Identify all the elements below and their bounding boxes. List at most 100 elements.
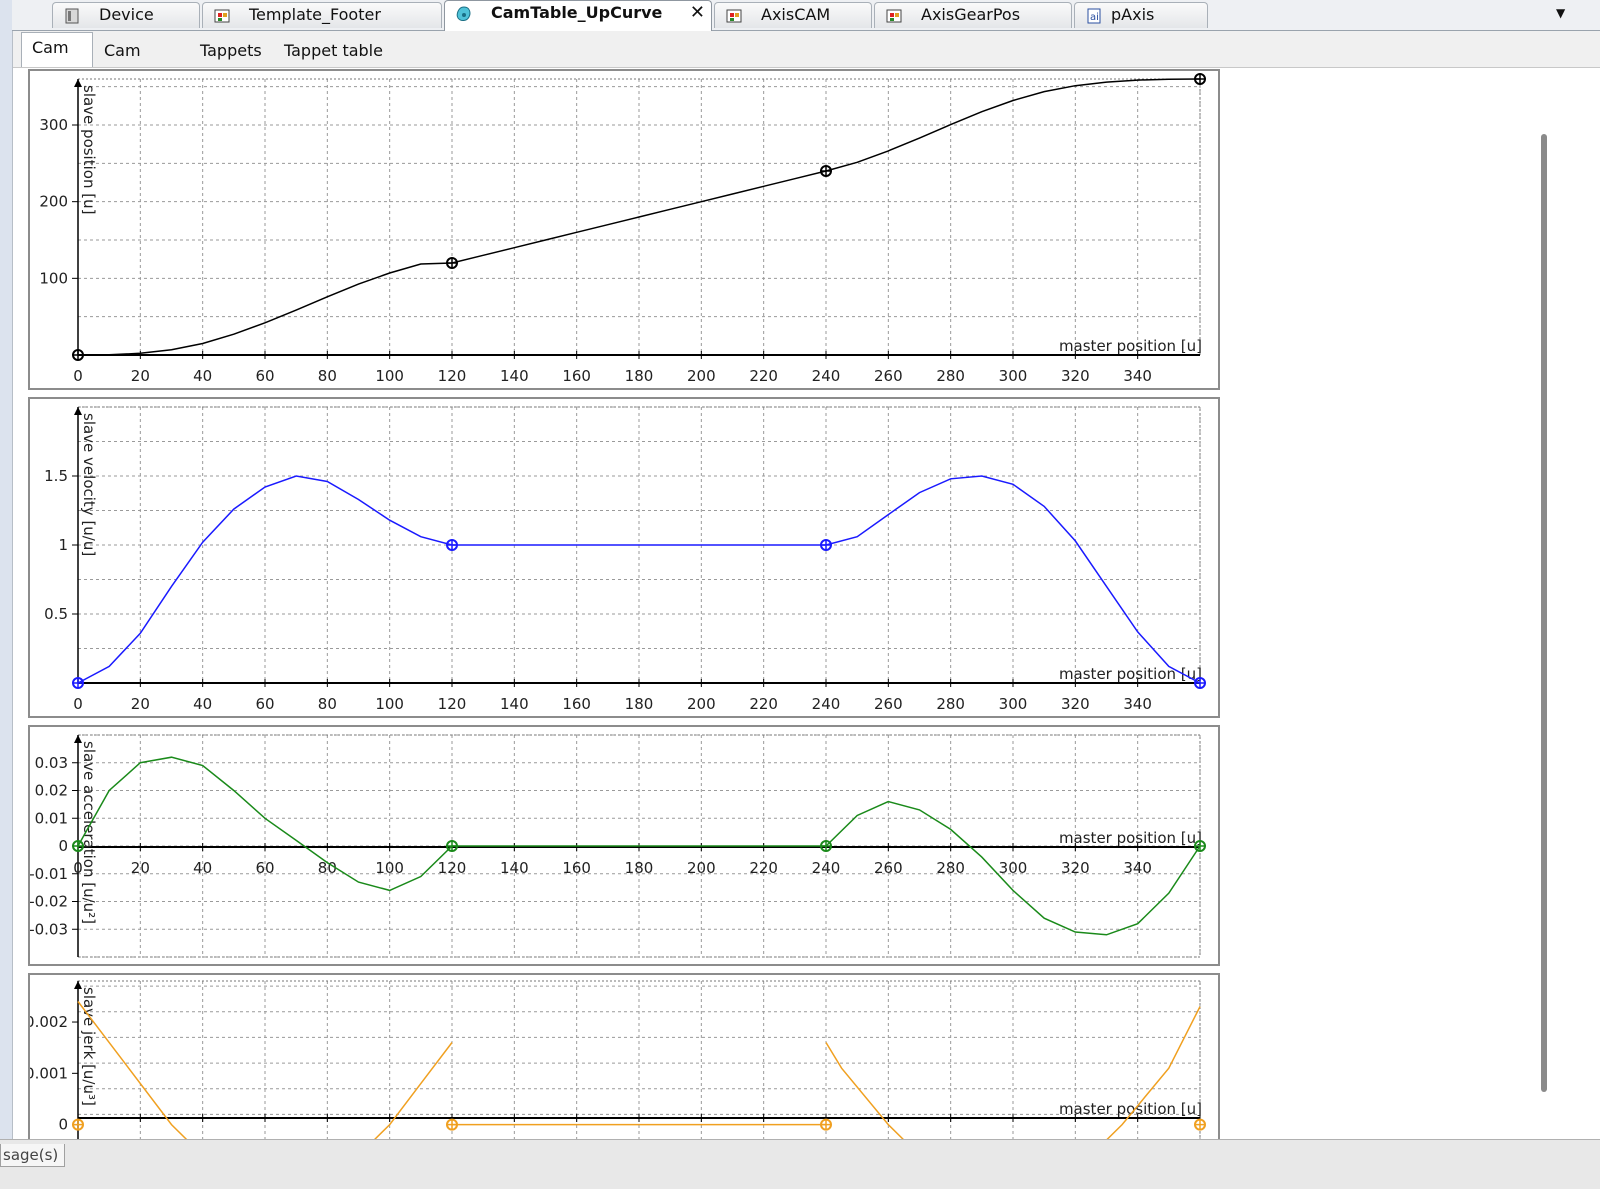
- svg-text:ai: ai: [1090, 12, 1099, 23]
- y-axis-label: slave position [u]: [80, 85, 98, 214]
- y-tick-label: 200: [39, 193, 68, 211]
- x-axis-label: master position [u]: [1059, 665, 1202, 683]
- subtab-tappets[interactable]: Tappets: [189, 35, 273, 65]
- tab-label: pAxis: [1111, 5, 1155, 24]
- y-tick-label: 1.5: [44, 467, 68, 485]
- tab-paxis[interactable]: ai pAxis: [1074, 2, 1208, 28]
- x-tick-label: 20: [131, 695, 150, 713]
- y-axis-label: slave acceleration [u/u²]: [80, 741, 98, 924]
- series-line: [1105, 1006, 1201, 1141]
- x-tick-label: 180: [625, 367, 654, 385]
- x-tick-label: 60: [255, 695, 274, 713]
- x-tick-label: 120: [438, 695, 467, 713]
- pou-icon: [886, 9, 902, 23]
- y-tick-label: 0.002: [30, 1013, 68, 1031]
- x-tick-label: 120: [438, 859, 467, 877]
- messages-tab[interactable]: sage(s): [0, 1144, 66, 1167]
- tab-axisgearpos[interactable]: AxisGearPos: [874, 2, 1072, 28]
- x-tick-label: 280: [936, 859, 965, 877]
- x-tick-label: 320: [1061, 695, 1090, 713]
- x-tick-label: 220: [749, 695, 778, 713]
- document-tab-bar: Device Template_Footer CamTable_UpCurve …: [12, 0, 1600, 31]
- x-axis-label: master position [u]: [1059, 829, 1202, 847]
- tab-label: Template_Footer: [249, 5, 381, 24]
- x-tick-label: 240: [812, 695, 841, 713]
- editor-subtabs: Cam Cam table Tappets Tappet table: [13, 31, 1600, 90]
- x-tick-label: 300: [999, 367, 1028, 385]
- cam-plot-area: 100 200 300 0 20 40 60 80 100 120 140 160 180 200 220 2…: [13, 67, 1600, 1141]
- x-tick-label: 100: [375, 695, 404, 713]
- cam-icon: [456, 6, 471, 21]
- status-bar: [0, 1139, 1600, 1189]
- close-tab-icon[interactable]: ✕: [690, 1, 705, 25]
- y-tick-label: -0.03: [30, 920, 68, 938]
- velocity-chart[interactable]: 0.5 1 1.5 0 20 40 60 80 100 120 140 160 180 200 220 240…: [30, 399, 1218, 716]
- x-tick-label: 240: [812, 859, 841, 877]
- x-tick-label: 60: [255, 367, 274, 385]
- subtab-cam[interactable]: Cam: [21, 32, 93, 67]
- x-axis-label: master position [u]: [1059, 337, 1202, 355]
- y-tick-label: 0.03: [35, 754, 68, 772]
- tab-device[interactable]: Device: [52, 2, 200, 28]
- tab-list-dropdown-icon[interactable]: ▼: [1556, 6, 1570, 20]
- tab-label: Device: [99, 5, 154, 24]
- position-chart[interactable]: 100 200 300 0 20 40 60 80 100 120 140 160 180 200 220 2…: [30, 71, 1218, 388]
- velocity-chart-panel: 0.5 1 1.5 0 20 40 60 80 100 120 140 160 180 200 220 240…: [28, 397, 1220, 718]
- x-tick-label: 100: [375, 367, 404, 385]
- x-tick-label: 200: [687, 859, 716, 877]
- x-tick-label: 280: [936, 367, 965, 385]
- x-tick-label: 20: [131, 367, 150, 385]
- x-tick-label: 320: [1061, 859, 1090, 877]
- x-tick-label: 80: [318, 367, 337, 385]
- x-tick-label: 140: [500, 695, 529, 713]
- x-tick-label: 220: [749, 367, 778, 385]
- vertical-scrollbar[interactable]: [1541, 134, 1547, 1092]
- x-tick-label: 180: [625, 695, 654, 713]
- tab-axiscam[interactable]: AxisCAM: [714, 2, 872, 28]
- x-tick-label: 220: [749, 859, 778, 877]
- jerk-chart[interactable]: 0.0020.0010slave jerk [u/u³]master posit…: [25, 975, 1218, 1141]
- y-axis-label: slave jerk [u/u³]: [80, 987, 98, 1106]
- x-tick-label: 320: [1061, 367, 1090, 385]
- y-tick-label: 0.5: [44, 605, 68, 623]
- y-axis-label: slave velocity [u/u]: [80, 413, 98, 556]
- tab-template-footer[interactable]: Template_Footer: [202, 2, 442, 28]
- pou-icon: [214, 9, 230, 23]
- tab-camtable-upcurve[interactable]: CamTable_UpCurve ✕: [444, 0, 712, 31]
- x-tick-label: 100: [375, 859, 404, 877]
- subtab-cam-table[interactable]: Cam table: [93, 35, 189, 90]
- x-tick-label: 60: [255, 859, 274, 877]
- y-tick-label: 0.02: [35, 782, 68, 800]
- x-tick-label: 340: [1123, 859, 1152, 877]
- x-tick-label: 160: [562, 367, 591, 385]
- subtab-tappet-table[interactable]: Tappet table: [273, 35, 395, 65]
- acceleration-chart[interactable]: 0.030.020.010-0.01-0.02-0.030 20 40 60 80 100…: [29, 727, 1218, 964]
- x-tick-label: 260: [874, 695, 903, 713]
- x-tick-label: 260: [874, 367, 903, 385]
- device-icon: [65, 8, 79, 24]
- acceleration-chart-panel: 0.03 0.02 0.01 0 -0.01 -0.02 -0.03 0 20 40 60 80 100…: [28, 725, 1220, 966]
- position-chart-panel: 100 200 300 0 20 40 60 80 100 120 140 160 180 200 220 2…: [28, 69, 1220, 390]
- x-tick-label: 40: [193, 367, 212, 385]
- x-tick-label: 0: [73, 695, 83, 713]
- x-tick-label: 160: [562, 859, 591, 877]
- tab-label: CamTable_UpCurve: [491, 3, 663, 22]
- x-tick-label: 340: [1123, 367, 1152, 385]
- x-tick-label: 140: [500, 367, 529, 385]
- x-tick-label: 300: [999, 695, 1028, 713]
- y-tick-label: -0.02: [30, 893, 68, 911]
- y-tick-label: 300: [39, 116, 68, 134]
- pou-icon: [726, 9, 742, 23]
- y-tick-label: 0.001: [30, 1064, 68, 1082]
- series-line: [373, 1042, 453, 1141]
- x-tick-label: 280: [936, 695, 965, 713]
- y-tick-label: 0: [58, 837, 68, 855]
- x-tick-label: 40: [193, 695, 212, 713]
- y-tick-label: -0.01: [30, 865, 68, 883]
- y-tick-label: 0: [58, 1116, 68, 1134]
- x-tick-label: 240: [812, 367, 841, 385]
- y-tick-label: 0.01: [35, 809, 68, 827]
- y-tick-label: 1: [58, 536, 68, 554]
- x-tick-label: 260: [874, 859, 903, 877]
- x-tick-label: 120: [438, 367, 467, 385]
